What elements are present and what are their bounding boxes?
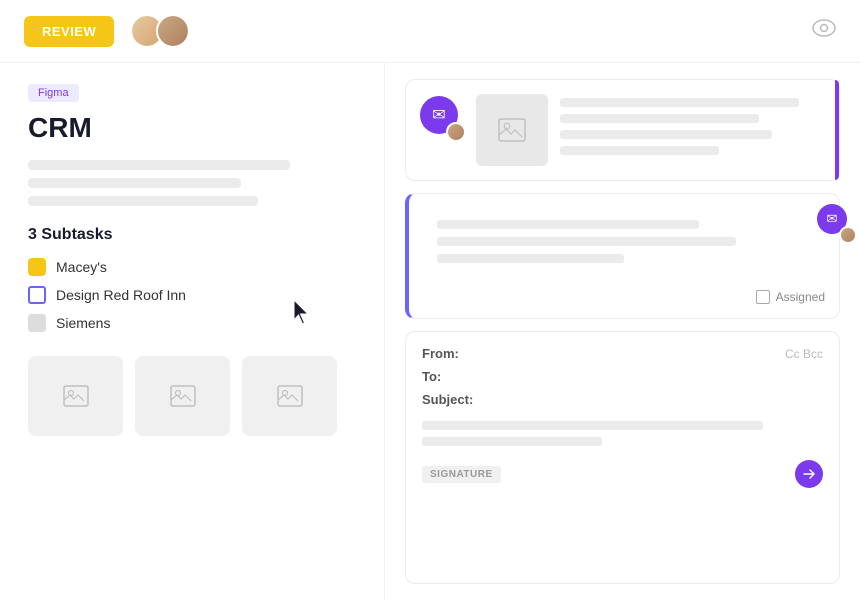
msg-sk-1: [560, 98, 799, 107]
msg-user-avatar-1: [446, 122, 466, 142]
msg-sk-3: [560, 130, 772, 139]
description-skeleton: [28, 160, 356, 206]
email-from-row: From: Cc Bcc: [422, 346, 823, 361]
msg-avatar-2: ✉: [817, 204, 853, 240]
from-label: From:: [422, 346, 477, 361]
subtask-icon-yellow: [28, 258, 46, 276]
thumbnail-3[interactable]: [242, 356, 337, 436]
subtask-label-redroof: Design Red Roof Inn: [56, 287, 186, 303]
avatar-group: [130, 14, 190, 48]
subtasks-heading: 3 Subtasks: [28, 226, 356, 244]
main-content: Figma CRM 3 Subtasks Macey's Design Red …: [0, 63, 860, 600]
cc-bcc-label: Cc Bcc: [785, 347, 823, 361]
msg-sk-4: [560, 146, 719, 155]
assigned-row: Assigned: [423, 290, 825, 304]
subtask-label-maceys: Macey's: [56, 259, 107, 275]
card-accent-bar-1: [835, 80, 839, 180]
to-label: To:: [422, 369, 477, 384]
msg-sk-2: [560, 114, 759, 123]
email-sk-2: [422, 437, 602, 446]
thumbnails-row: [28, 356, 356, 436]
assigned-label: Assigned: [776, 290, 825, 304]
thumbnail-2[interactable]: [135, 356, 230, 436]
subtask-item-siemens[interactable]: Siemens: [28, 314, 356, 332]
thumbnail-1[interactable]: [28, 356, 123, 436]
message-card-1: ✉: [405, 79, 840, 181]
email-compose-area: From: Cc Bcc To: Subject: SIGNATURE: [405, 331, 840, 584]
eye-icon[interactable]: [812, 19, 836, 43]
right-panel: ✉: [385, 63, 860, 600]
msg-content-1: [476, 94, 825, 166]
subtask-item-maceys[interactable]: Macey's: [28, 258, 356, 276]
msg-avatar-1: ✉: [420, 96, 464, 140]
skeleton-line-1: [28, 160, 290, 170]
msg-image-1: [476, 94, 548, 166]
page-title: CRM: [28, 112, 356, 144]
msg-avatar-2-container: ✉: [817, 204, 853, 240]
msg-sk2-3: [437, 254, 624, 263]
avatar-2: [156, 14, 190, 48]
message-card-2-content: [423, 208, 825, 282]
top-bar-left: REVIEW: [24, 14, 190, 48]
subtask-label-siemens: Siemens: [56, 315, 110, 331]
left-panel: Figma CRM 3 Subtasks Macey's Design Red …: [0, 63, 385, 600]
skeleton-line-2: [28, 178, 241, 188]
msg-text-1: [560, 94, 825, 166]
message-card-1-inner: ✉: [420, 94, 825, 166]
figma-badge: Figma: [28, 84, 79, 102]
subject-label: Subject:: [422, 392, 477, 407]
email-to-row: To:: [422, 369, 823, 384]
skeleton-line-3: [28, 196, 258, 206]
subtask-list: Macey's Design Red Roof Inn Siemens: [28, 258, 356, 332]
msg-user-avatar-2: [839, 226, 857, 244]
subtask-icon-gray: [28, 314, 46, 332]
signature-badge: SIGNATURE: [422, 466, 501, 483]
message-card-2: ✉ Assigned: [405, 193, 840, 319]
top-bar: REVIEW: [0, 0, 860, 63]
review-button[interactable]: REVIEW: [24, 16, 114, 47]
msg-sk2-1: [437, 220, 699, 229]
email-sk-1: [422, 421, 763, 430]
email-footer: SIGNATURE: [422, 460, 823, 488]
subtask-item-redroof[interactable]: Design Red Roof Inn: [28, 286, 356, 304]
email-subject-row: Subject:: [422, 392, 823, 407]
msg-sk2-2: [437, 237, 736, 246]
subtask-icon-blue: [28, 286, 46, 304]
send-button[interactable]: [795, 460, 823, 488]
assigned-checkbox[interactable]: [756, 290, 770, 304]
email-body-skeleton: [422, 421, 823, 446]
